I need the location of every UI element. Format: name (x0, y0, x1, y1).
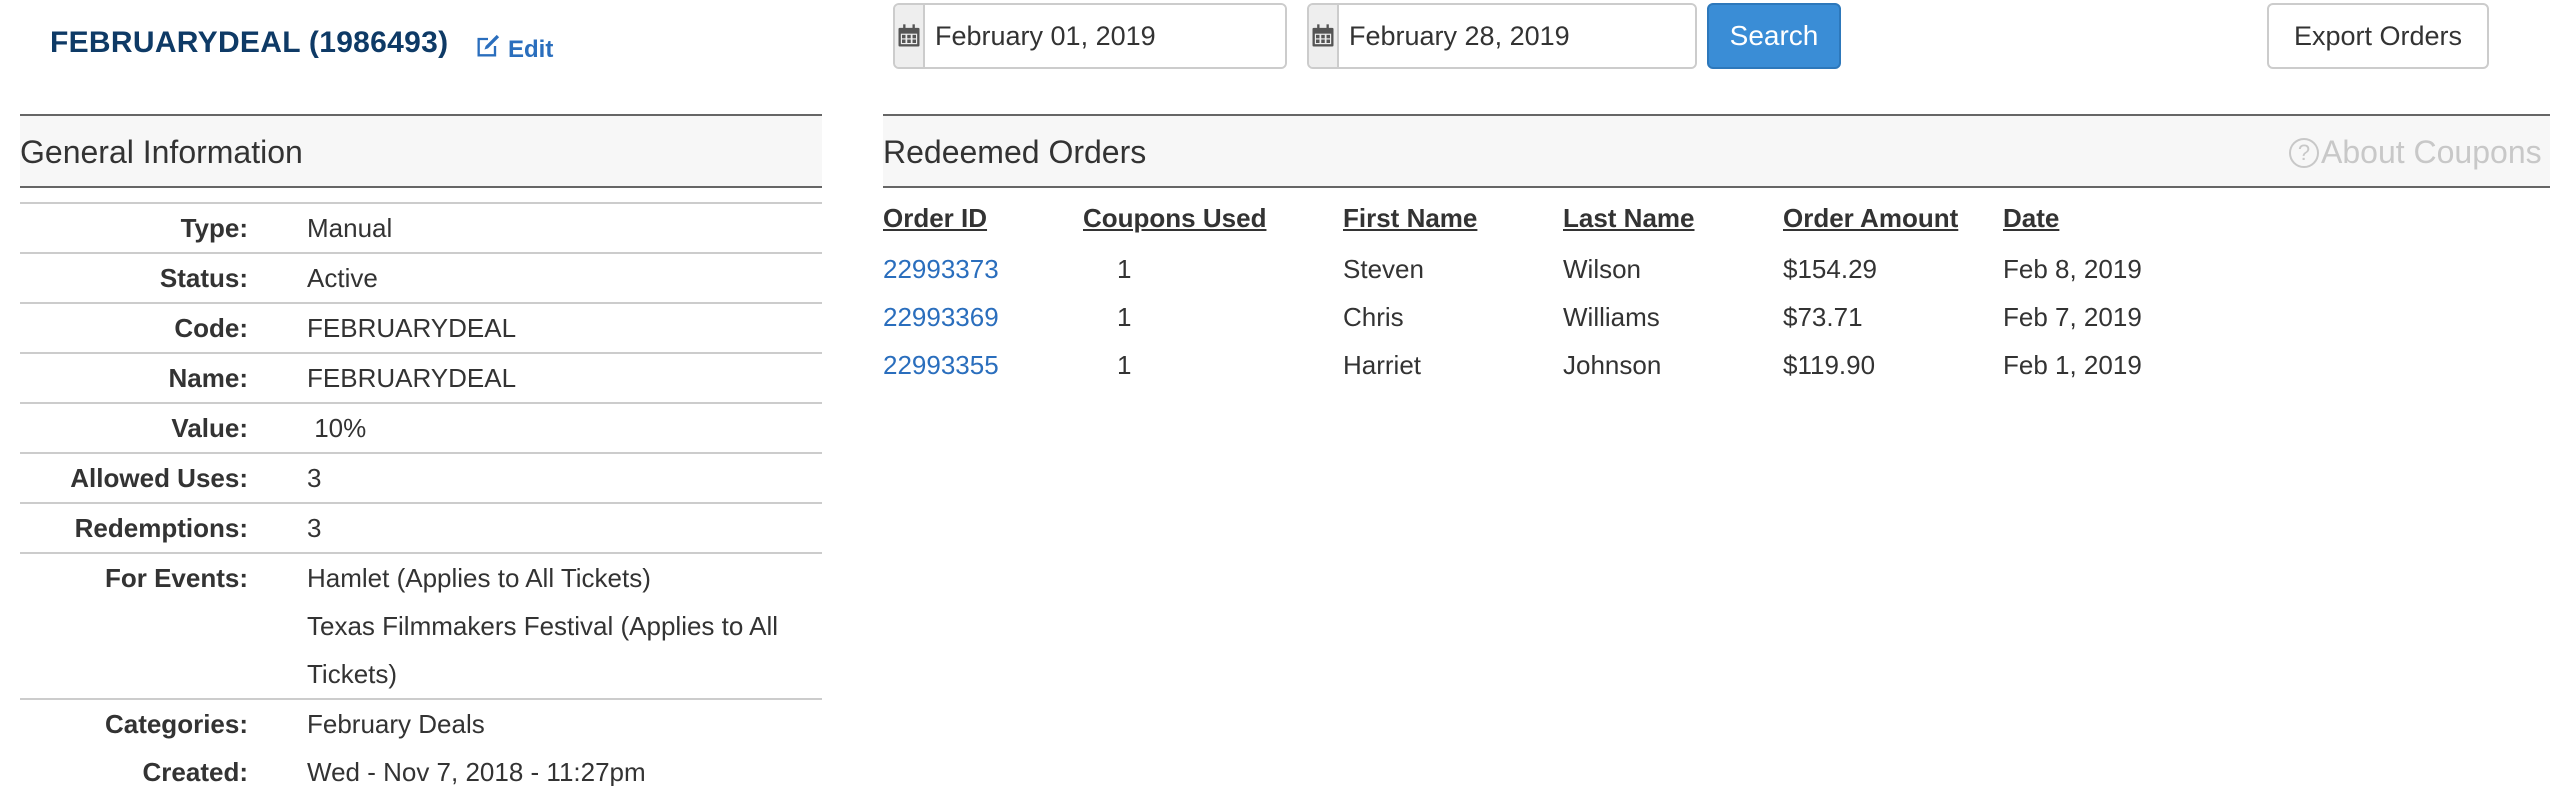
info-label: Categories: (104, 709, 248, 739)
order-id-link[interactable]: 22993369 (883, 293, 1083, 341)
info-label: Status: (159, 263, 248, 293)
last-name-cell: Wilson (1563, 253, 1642, 284)
date-cell: Feb 7, 2019 (2003, 301, 2142, 332)
order-amount-cell: $73.71 (1783, 301, 1863, 332)
export-orders-button[interactable]: Export Orders (2267, 3, 2489, 69)
coupons-used-cell: 1 (1117, 301, 1132, 332)
first-name-cell: Harriet (1343, 349, 1422, 380)
info-value: Texas Filmmakers Festival (Applies to Al… (307, 611, 779, 641)
info-row-redemptions: Redemptions: 3 (20, 503, 822, 553)
info-row-value: Value: 10% (20, 403, 822, 453)
info-label (20, 650, 248, 699)
info-value: FEBRUARYDEAL (307, 363, 517, 393)
order-amount-cell: $119.90 (1783, 349, 1876, 380)
first-name-cell: Chris (1343, 301, 1404, 332)
info-label: Redemptions: (74, 513, 248, 543)
date-cell: Feb 1, 2019 (2003, 349, 2142, 380)
info-row-status: Status: Active (20, 253, 822, 303)
order-id-link[interactable]: 22993355 (883, 341, 1083, 389)
calendar-icon[interactable] (895, 5, 925, 67)
info-value: 10% (307, 413, 367, 443)
info-value: Hamlet (Applies to All Tickets) (307, 563, 651, 593)
coupons-used-cell: 1 (1117, 349, 1132, 380)
edit-icon (474, 32, 502, 67)
order-id-link[interactable]: 22993373 (883, 245, 1083, 293)
coupons-used-cell: 1 (1117, 253, 1132, 284)
info-value: Tickets) (307, 659, 398, 689)
general-info-title: General Information (20, 134, 303, 170)
info-label: Type: (180, 213, 248, 243)
info-row-code: Code: FEBRUARYDEAL (20, 303, 822, 353)
order-amount-cell: $154.29 (1783, 253, 1877, 284)
table-header-row: Order ID Coupons Used First Name Last Na… (883, 203, 2203, 245)
calendar-icon[interactable] (1309, 5, 1339, 67)
redeemed-orders-header: Redeemed Orders ? About Coupons (883, 114, 2550, 188)
last-name-cell: Johnson (1563, 349, 1662, 380)
info-value: Manual (307, 213, 393, 243)
end-date-group (1307, 3, 1697, 69)
start-date-input[interactable] (925, 5, 1285, 67)
about-coupons-label: About Coupons (2321, 134, 2542, 170)
info-row-created: Created: Wed - Nov 7, 2018 - 11:27pm (20, 748, 822, 786)
coupon-title: FEBRUARYDEAL (1986493) (50, 26, 449, 59)
info-label (20, 602, 248, 650)
info-row-for-events: For Events: Hamlet (Applies to All Ticket… (20, 553, 822, 602)
search-button[interactable]: Search (1707, 3, 1841, 69)
info-row-for-events-cont: Tickets) (20, 650, 822, 699)
info-value: Active (307, 263, 378, 293)
last-name-cell: Williams (1563, 301, 1660, 332)
column-header-order-id[interactable]: Order ID (883, 203, 1083, 245)
question-circle-icon: ? (2289, 137, 2319, 168)
info-label: Allowed Uses: (70, 463, 248, 493)
redeemed-orders-table: Order ID Coupons Used First Name Last Na… (883, 203, 2203, 389)
info-value: 3 (307, 463, 322, 493)
info-value: 3 (307, 513, 322, 543)
general-info-table: Type: Manual Status: Active Code: FEBRUARYD… (20, 202, 822, 786)
info-value: FEBRUARYDEAL (307, 313, 517, 343)
info-label: Value: (171, 413, 248, 443)
about-coupons-link[interactable]: ? About Coupons (2289, 134, 2542, 171)
info-value: February Deals (307, 709, 485, 739)
column-header-first-name[interactable]: First Name (1343, 203, 1563, 245)
end-date-input[interactable] (1339, 5, 1695, 67)
date-cell: Feb 8, 2019 (2003, 253, 2142, 284)
table-row: 22993373 1 Steven Wilson $154.29 Feb 8, … (883, 245, 2203, 293)
info-row-for-events-cont: Texas Filmmakers Festival (Applies to Al… (20, 602, 822, 650)
general-info-header: General Information (20, 114, 822, 188)
info-row-type: Type: Manual (20, 203, 822, 253)
info-label: Name: (168, 363, 248, 393)
info-row-categories: Categories: February Deals (20, 699, 822, 748)
info-label: Code: (174, 313, 248, 343)
info-row-name: Name: FEBRUARYDEAL (20, 353, 822, 403)
info-value: Wed - Nov 7, 2018 - 11:27pm (307, 757, 646, 786)
column-header-coupons-used[interactable]: Coupons Used (1083, 203, 1343, 245)
column-header-order-amount[interactable]: Order Amount (1783, 203, 2003, 245)
redeemed-orders-title: Redeemed Orders (883, 134, 1147, 170)
column-header-date[interactable]: Date (2003, 203, 2203, 245)
edit-label: Edit (508, 35, 554, 63)
table-row: 22993355 1 Harriet Johnson $119.90 Feb 1… (883, 341, 2203, 389)
first-name-cell: Steven (1343, 253, 1424, 284)
column-header-last-name[interactable]: Last Name (1563, 203, 1783, 245)
edit-link[interactable]: Edit (474, 32, 553, 67)
table-row: 22993369 1 Chris Williams $73.71 Feb 7, … (883, 293, 2203, 341)
info-label: For Events: (104, 563, 248, 593)
start-date-group (893, 3, 1287, 69)
info-row-allowed-uses: Allowed Uses: 3 (20, 453, 822, 503)
info-label: Created: (142, 757, 248, 786)
